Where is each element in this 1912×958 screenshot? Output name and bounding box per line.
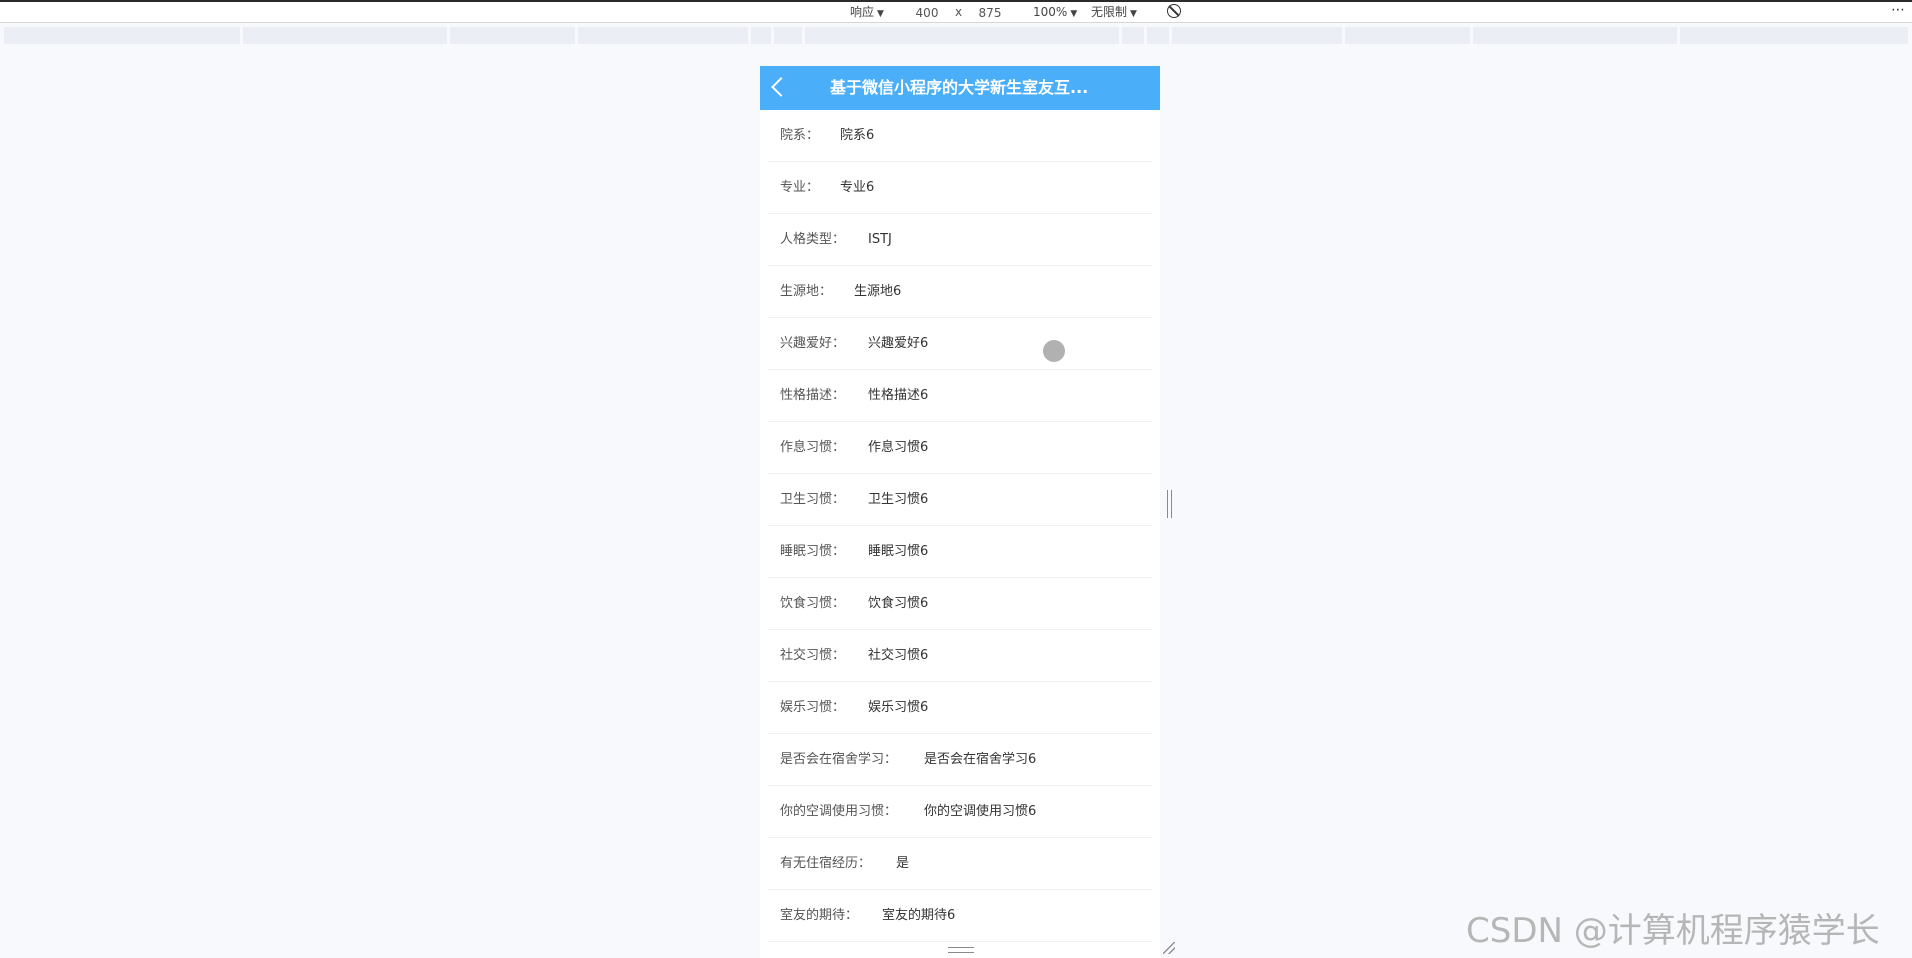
no-sign-icon[interactable] — [1167, 4, 1181, 18]
detail-row-schedule: 作息习惯： 作息习惯6 — [768, 422, 1152, 474]
media-query-segment[interactable] — [243, 27, 447, 44]
media-query-segment[interactable] — [450, 27, 575, 44]
detail-value: 兴趣爱好6 — [868, 336, 929, 351]
detail-row-major: 专业： 专业6 — [768, 162, 1152, 214]
detail-row-personality-type: 人格类型： ISTJ — [768, 214, 1152, 266]
viewport-width-input[interactable]: 400 — [903, 4, 951, 21]
media-query-segment[interactable] — [774, 27, 802, 44]
zoom-dropdown[interactable]: 100% ▼ — [1033, 4, 1077, 21]
media-query-segment[interactable] — [578, 27, 748, 44]
detail-row-hygiene: 卫生习惯： 卫生习惯6 — [768, 474, 1152, 526]
media-query-segment[interactable] — [1473, 27, 1677, 44]
viewport-width-value: 400 — [915, 6, 939, 20]
detail-value: 是 — [896, 856, 910, 871]
throttle-label: 无限制 — [1091, 5, 1128, 19]
detail-value: 室友的期待6 — [882, 908, 956, 923]
detail-value: 性格描述6 — [868, 388, 929, 403]
page-title: 基于微信小程序的大学新生室友互... — [830, 78, 1089, 97]
detail-label: 饮食习惯： — [780, 596, 846, 611]
detail-label: 人格类型： — [780, 232, 846, 247]
detail-row-sleep: 睡眠习惯： 睡眠习惯6 — [768, 526, 1152, 578]
media-query-segment[interactable] — [751, 27, 771, 44]
nav-bar: 基于微信小程序的大学新生室友互... — [760, 66, 1160, 110]
detail-row-department: 院系： 院系6 — [768, 110, 1152, 162]
detail-row-origin: 生源地： 生源地6 — [768, 266, 1152, 318]
detail-value: 睡眠习惯6 — [868, 544, 929, 559]
detail-row-ac-usage: 你的空调使用习惯： 你的空调使用习惯6 — [768, 786, 1152, 838]
detail-label: 卫生习惯： — [780, 492, 846, 507]
viewport-height-input[interactable]: 875 — [966, 4, 1014, 21]
watermark: CSDN @计算机程序猿学长 — [1466, 911, 1880, 951]
detail-value: 作息习惯6 — [868, 440, 929, 455]
detail-label: 作息习惯： — [780, 440, 846, 455]
media-query-segment[interactable] — [1680, 27, 1908, 44]
detail-value: 你的空调使用习惯6 — [924, 804, 1037, 819]
detail-row-social: 社交习惯： 社交习惯6 — [768, 630, 1152, 682]
device-mode-dropdown[interactable]: 响应 ▼ — [850, 4, 884, 21]
detail-label: 社交习惯： — [780, 648, 846, 663]
resize-handle-corner[interactable] — [1163, 942, 1175, 954]
detail-value: 生源地6 — [854, 284, 902, 299]
detail-label: 有无住宿经历： — [780, 856, 872, 871]
media-query-segment[interactable] — [1345, 27, 1470, 44]
detail-value: 院系6 — [840, 128, 875, 143]
detail-label: 性格描述： — [780, 388, 846, 403]
resize-handle-bottom[interactable] — [948, 947, 974, 953]
detail-label: 专业： — [780, 180, 820, 195]
detail-label: 兴趣爱好： — [780, 336, 846, 351]
detail-label: 睡眠习惯： — [780, 544, 846, 559]
zoom-label: 100% — [1033, 5, 1068, 19]
detail-value: 饮食习惯6 — [868, 596, 929, 611]
detail-value: ISTJ — [868, 232, 892, 247]
touch-cursor-icon — [1043, 340, 1065, 362]
detail-row-diet: 饮食习惯： 饮食习惯6 — [768, 578, 1152, 630]
detail-label: 娱乐习惯： — [780, 700, 846, 715]
media-query-segment[interactable] — [1122, 27, 1144, 44]
detail-label: 院系： — [780, 128, 820, 143]
detail-value: 娱乐习惯6 — [868, 700, 929, 715]
detail-row-character: 性格描述： 性格描述6 — [768, 370, 1152, 422]
throttle-dropdown[interactable]: 无限制 ▼ — [1091, 4, 1137, 21]
detail-label: 室友的期待： — [780, 908, 859, 923]
caret-down-icon: ▼ — [877, 9, 884, 19]
detail-row-entertainment: 娱乐习惯： 娱乐习惯6 — [768, 682, 1152, 734]
detail-value: 社交习惯6 — [868, 648, 929, 663]
caret-down-icon: ▼ — [1070, 9, 1078, 19]
caret-down-icon: ▼ — [1130, 9, 1137, 19]
chevron-left-icon[interactable] — [771, 77, 791, 97]
detail-row-hobbies: 兴趣爱好： 兴趣爱好6 — [768, 318, 1152, 370]
detail-value: 是否会在宿舍学习6 — [924, 752, 1037, 767]
mobile-viewport: 基于微信小程序的大学新生室友互... 院系： 院系6 专业： 专业6 人格类型：… — [760, 66, 1160, 958]
detail-value: 卫生习惯6 — [868, 492, 929, 507]
dimension-separator: x — [955, 5, 963, 19]
viewport-height-value: 875 — [978, 6, 1002, 20]
detail-row-study-in-dorm: 是否会在宿舍学习： 是否会在宿舍学习6 — [768, 734, 1152, 786]
detail-row-roommate-expectation: 室友的期待： 室友的期待6 — [768, 890, 1152, 942]
device-mode-label: 响应 — [850, 5, 875, 19]
media-query-segment[interactable] — [805, 27, 1119, 44]
detail-label: 是否会在宿舍学习： — [780, 752, 898, 767]
detail-list: 院系： 院系6 专业： 专业6 人格类型： ISTJ 生源地： 生源地6 兴趣爱… — [760, 110, 1160, 942]
media-query-segment[interactable] — [1147, 27, 1169, 44]
devtools-device-toolbar: 响应 ▼ 400 x 875 100% ▼ 无限制 ▼ ⋯ — [0, 0, 1912, 23]
resize-handle-right[interactable] — [1167, 490, 1172, 518]
detail-label: 你的空调使用习惯： — [780, 804, 898, 819]
media-query-segment[interactable] — [4, 27, 240, 44]
detail-row-dorm-experience: 有无住宿经历： 是 — [768, 838, 1152, 890]
media-query-bar — [0, 27, 1912, 44]
detail-label: 生源地： — [780, 284, 833, 299]
more-vertical-icon[interactable]: ⋯ — [1891, 2, 1906, 18]
detail-value: 专业6 — [840, 180, 875, 195]
media-query-segment[interactable] — [1172, 27, 1342, 44]
